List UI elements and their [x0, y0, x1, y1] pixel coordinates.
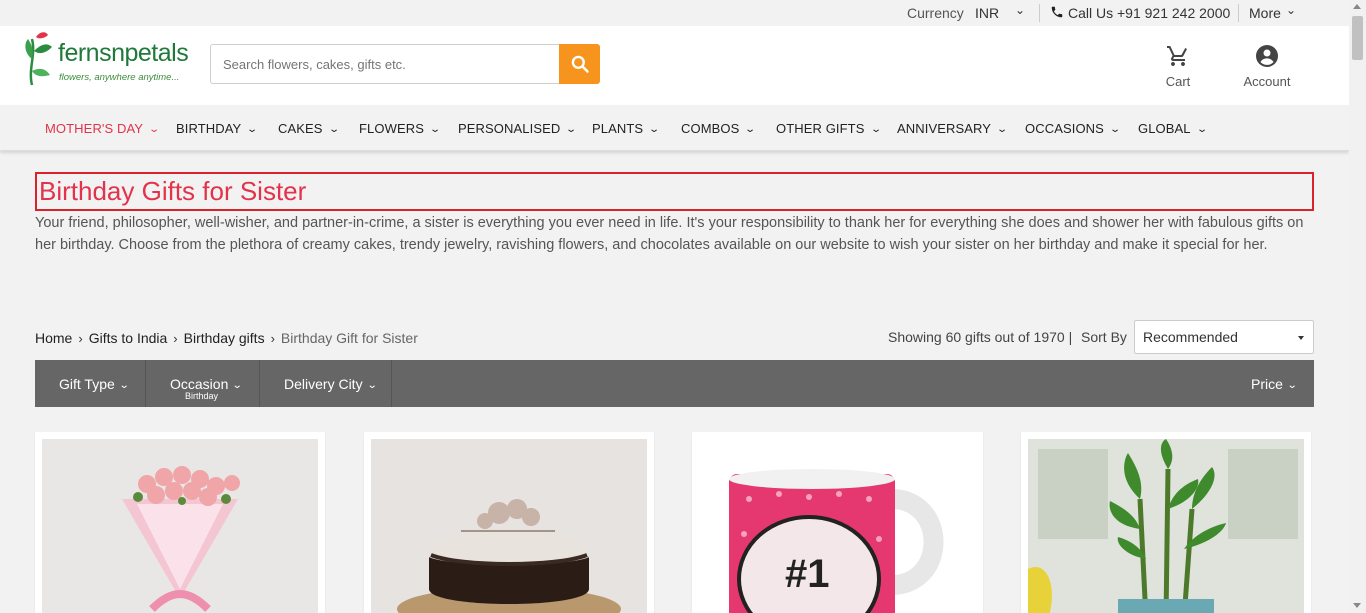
filter-selected-value: Birthday — [185, 391, 219, 401]
chevron-down-icon: ⌄ — [1195, 124, 1208, 135]
filter-price[interactable]: Price ⌄ — [1230, 360, 1314, 407]
search-button[interactable] — [559, 44, 600, 84]
phone-icon — [1051, 6, 1063, 18]
more-menu[interactable]: More — [1249, 5, 1281, 21]
nav-item-plants[interactable]: PLANTS ⌄ — [592, 121, 661, 136]
breadcrumb-current: Birthday Gift for Sister — [280, 330, 418, 346]
chevron-down-icon: ⌄ — [1109, 124, 1122, 135]
page-scrollbar[interactable] — [1349, 0, 1366, 613]
filter-label: Gift Type — [59, 376, 115, 392]
account-label: Account — [1243, 74, 1291, 89]
filter-label: Price — [1251, 376, 1283, 392]
sort-label: Sort By — [1081, 329, 1127, 345]
divider — [1238, 4, 1239, 22]
page-title: Birthday Gifts for Sister — [35, 172, 1314, 211]
chevron-down-icon: ⌄ — [565, 124, 578, 135]
fnp-logo[interactable]: fernsnpetals flowers, anywhere anytime..… — [22, 29, 197, 91]
filter-gift-type[interactable]: Gift Type ⌄ — [35, 360, 146, 407]
product-card[interactable]: #1 — [692, 432, 983, 613]
filter-label: Delivery City — [284, 376, 363, 392]
filter-occasion[interactable]: Occasion ⌄ Birthday — [146, 360, 260, 407]
currency-label: Currency — [907, 5, 964, 21]
svg-text:#1: #1 — [785, 552, 830, 596]
nav-item-birthday[interactable]: BIRTHDAY ⌄ — [176, 121, 259, 136]
nav-item-mothers-day[interactable]: MOTHER'S DAY ⌄ — [45, 121, 161, 136]
sort-select[interactable]: Recommended — [1134, 320, 1314, 354]
site-header: fernsnpetals flowers, anywhere anytime..… — [0, 26, 1349, 105]
nav-item-combos[interactable]: COMBOS ⌄ — [681, 121, 757, 136]
chevron-down-icon: ⌄ — [246, 124, 259, 135]
logo-wordmark: fernsnpetals — [58, 39, 189, 67]
top-utility-bar: Currency INR ⌄ Call Us +91 921 242 2000 … — [0, 0, 1349, 26]
results-count: Showing 60 gifts out of 1970 | — [888, 329, 1073, 345]
chevron-down-icon: ⌄ — [366, 380, 378, 391]
chevron-down-icon: ⌄ — [744, 124, 757, 135]
currency-select[interactable]: INR — [975, 5, 999, 21]
sort-value: Recommended — [1143, 329, 1238, 345]
chevron-down-icon: ⌄ — [1286, 380, 1298, 391]
page-description: Your friend, philosopher, well-wisher, a… — [35, 215, 1304, 253]
nav-item-cakes[interactable]: CAKES ⌄ — [278, 121, 340, 136]
chevron-down-icon: ⌄ — [869, 124, 882, 135]
filter-delivery-city[interactable]: Delivery City ⌄ — [260, 360, 392, 407]
product-image-bamboo-plant[interactable] — [1028, 439, 1304, 613]
chevron-down-icon: ⌄ — [148, 124, 161, 135]
nav-item-flowers[interactable]: FLOWERS ⌄ — [359, 121, 442, 136]
caret-down-icon — [1298, 336, 1304, 340]
cart-button[interactable]: Cart — [1160, 44, 1196, 89]
nav-item-other-gifts[interactable]: OTHER GIFTS ⌄ — [776, 121, 882, 136]
product-image-sister-mug[interactable]: #1 — [699, 439, 976, 613]
search-icon — [571, 55, 589, 73]
nav-item-global[interactable]: GLOBAL ⌄ — [1138, 121, 1208, 136]
category-nav: MOTHER'S DAY ⌄ BIRTHDAY ⌄ CAKES ⌄ FLOWERS ⌄ … — [0, 105, 1349, 151]
logo-tagline: flowers, anywhere anytime... — [59, 72, 180, 83]
scrollbar-thumb[interactable] — [1352, 16, 1363, 60]
product-image-pink-roses[interactable] — [42, 439, 318, 613]
chevron-right-icon: › — [173, 331, 178, 346]
product-card[interactable] — [364, 432, 654, 613]
breadcrumb-birthday-gifts[interactable]: Birthday gifts — [184, 330, 265, 346]
breadcrumb-gifts-to-india[interactable]: Gifts to India — [89, 330, 168, 346]
cart-label: Cart — [1165, 74, 1191, 89]
chevron-right-icon: › — [78, 331, 83, 346]
divider — [1039, 4, 1040, 22]
nav-item-anniversary[interactable]: ANNIVERSARY ⌄ — [897, 121, 1009, 136]
call-us-link[interactable]: Call Us +91 921 242 2000 — [1068, 5, 1230, 21]
account-button[interactable]: Account — [1237, 44, 1297, 89]
product-image-chocolate-cake[interactable] — [371, 439, 647, 613]
chevron-down-icon: ⌄ — [429, 124, 442, 135]
scroll-down-icon[interactable] — [1353, 603, 1361, 608]
chevron-down-icon: ⌄ — [648, 124, 661, 135]
chevron-right-icon: › — [270, 331, 275, 346]
nav-item-personalised[interactable]: PERSONALISED ⌄ — [458, 121, 578, 136]
nav-item-occasions[interactable]: OCCASIONS ⌄ — [1025, 121, 1122, 136]
search-input[interactable] — [210, 44, 559, 84]
chevron-down-icon: ⌄ — [232, 380, 244, 391]
chevron-down-icon: ⌄ — [327, 124, 340, 135]
filter-bar: Gift Type ⌄ Occasion ⌄ Birthday Delivery C… — [35, 360, 1314, 407]
filter-label: Occasion — [170, 376, 229, 392]
chevron-down-icon: ⌄ — [118, 380, 130, 391]
scroll-up-icon[interactable] — [1353, 4, 1361, 9]
chevron-down-icon[interactable]: ⌄ — [1015, 3, 1025, 17]
product-card[interactable] — [1021, 432, 1311, 613]
chevron-down-icon[interactable]: ⌄ — [1286, 3, 1296, 17]
breadcrumb: Home › Gifts to India › Birthday gifts › Birth… — [35, 330, 418, 346]
breadcrumb-home[interactable]: Home — [35, 330, 72, 346]
cart-icon — [1167, 46, 1187, 66]
account-icon — [1256, 45, 1278, 67]
product-card[interactable] — [35, 432, 325, 613]
leaf-logo-icon — [25, 32, 52, 86]
chevron-down-icon: ⌄ — [996, 124, 1009, 135]
